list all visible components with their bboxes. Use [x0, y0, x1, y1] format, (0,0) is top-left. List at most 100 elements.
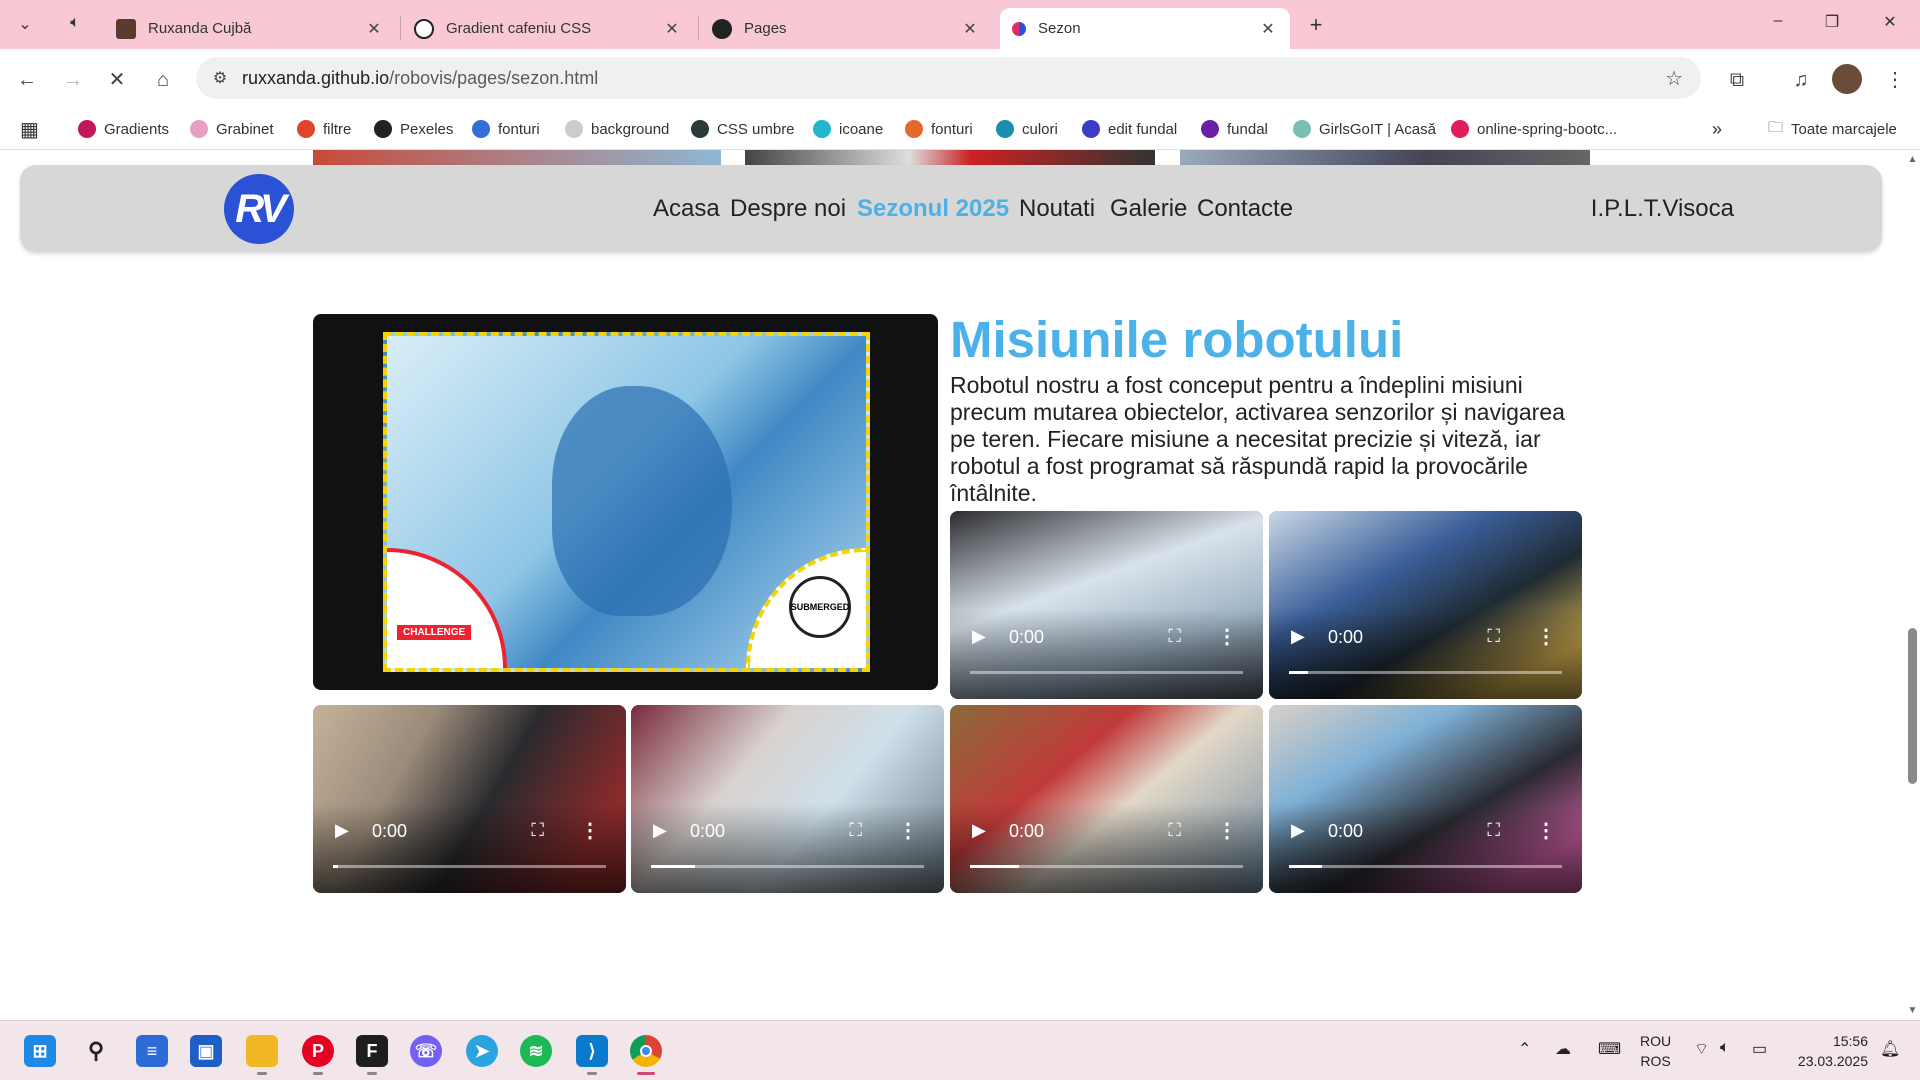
more-options-icon[interactable]: ⋮	[1217, 818, 1237, 843]
page-scrollbar[interactable]: ▲ ▼	[1905, 150, 1920, 1020]
spotify-icon[interactable]: ≋	[520, 1035, 552, 1067]
video-player[interactable]: ▶ 0:00 ⛶ ⋮	[631, 705, 944, 893]
scroll-down-arrow-icon[interactable]: ▼	[1905, 1005, 1920, 1016]
close-tab-icon[interactable]: ✕	[364, 19, 384, 39]
scrollbar-thumb[interactable]	[1908, 628, 1917, 784]
play-icon[interactable]: ▶	[335, 820, 349, 841]
battery-icon[interactable]: ▭	[1752, 1039, 1767, 1059]
chrome-icon[interactable]	[630, 1035, 662, 1075]
bookmark-background[interactable]: background	[565, 116, 669, 142]
extensions-icon[interactable]: ⧉	[1722, 65, 1752, 95]
bookmark-spring-bootcamp[interactable]: online-spring-bootc...	[1451, 116, 1617, 142]
bookmark-fundal[interactable]: fundal	[1201, 116, 1268, 142]
tab-gradient[interactable]: Gradient cafeniu CSS ✕	[402, 8, 694, 49]
new-tab-plus-icon[interactable]: +	[1302, 12, 1330, 38]
fullscreen-icon[interactable]: ⛶	[849, 820, 862, 841]
back-arrow-icon[interactable]: ←	[12, 65, 42, 95]
input-language[interactable]: ROU ROS	[1640, 1031, 1671, 1071]
home-icon[interactable]: ⌂	[148, 65, 178, 95]
keyboard-icon[interactable]: ⌨︎	[1598, 1039, 1621, 1059]
video-player[interactable]: ▶ 0:00 ⛶ ⋮	[950, 511, 1263, 699]
nav-contacte[interactable]: Contacte	[1197, 195, 1293, 223]
media-controls-icon[interactable]: ♫	[1786, 65, 1816, 95]
nav-noutati[interactable]: Noutati	[1019, 195, 1095, 223]
figma-icon[interactable]: F	[356, 1035, 388, 1075]
url-text[interactable]: ruxxanda.github.io/robovis/pages/sezon.h…	[242, 68, 598, 89]
bookmark-grabinet[interactable]: Grabinet	[190, 116, 274, 142]
video-progress-bar[interactable]	[970, 865, 1243, 868]
bookmark-filtre[interactable]: filtre	[297, 116, 351, 142]
fullscreen-icon[interactable]: ⛶	[1168, 820, 1181, 841]
close-window-icon[interactable]: ✕	[1878, 12, 1902, 32]
search-icon[interactable]: ⚲	[80, 1035, 112, 1067]
menu-kebab-icon[interactable]: ⋮	[1880, 65, 1910, 95]
volume-icon[interactable]: 🔈︎	[1720, 1039, 1730, 1057]
more-options-icon[interactable]: ⋮	[1536, 624, 1556, 649]
apps-grid-icon[interactable]: ▦	[20, 116, 39, 142]
nav-acasa[interactable]: Acasa	[653, 195, 720, 223]
fullscreen-icon[interactable]: ⛶	[1487, 626, 1500, 647]
all-bookmarks-folder[interactable]: 🗀︎ Toate marcajele	[1768, 116, 1897, 142]
system-clock[interactable]: 15:56 23.03.2025	[1792, 1031, 1868, 1071]
play-icon[interactable]: ▶	[1291, 820, 1305, 841]
fullscreen-icon[interactable]: ⛶	[1487, 820, 1500, 841]
bookmark-icoane[interactable]: icoane	[813, 116, 883, 142]
fullscreen-icon[interactable]: ⛶	[531, 820, 544, 841]
onedrive-cloud-icon[interactable]: ☁︎	[1555, 1039, 1571, 1059]
video-player[interactable]: ▶ 0:00 ⛶ ⋮	[1269, 705, 1582, 893]
nav-despre-noi[interactable]: Despre noi	[730, 195, 846, 223]
tab-search-chevron-icon[interactable]: ⌄	[12, 14, 38, 34]
video-player[interactable]: ▶ 0:00 ⛶ ⋮	[1269, 511, 1582, 699]
mute-speaker-icon[interactable]: 🔈︎	[62, 14, 88, 32]
video-player[interactable]: ▶ 0:00 ⛶ ⋮	[313, 705, 626, 893]
video-progress-bar[interactable]	[333, 865, 606, 868]
more-options-icon[interactable]: ⋮	[1217, 624, 1237, 649]
start-windows-icon[interactable]: ⊞	[24, 1035, 56, 1067]
more-bookmarks-chevron-icon[interactable]: »	[1712, 116, 1722, 142]
notes-app-icon[interactable]: ≡	[136, 1035, 168, 1067]
video-progress-bar[interactable]	[1289, 865, 1562, 868]
video-player[interactable]: ▶ 0:00 ⛶ ⋮	[950, 705, 1263, 893]
scroll-up-arrow-icon[interactable]: ▲	[1905, 154, 1920, 165]
viber-icon[interactable]: ☏	[410, 1035, 442, 1067]
close-tab-icon[interactable]: ✕	[662, 19, 682, 39]
close-tab-icon[interactable]: ✕	[1258, 19, 1278, 39]
play-icon[interactable]: ▶	[1291, 626, 1305, 647]
telegram-icon[interactable]: ➤	[466, 1035, 498, 1067]
vscode-icon[interactable]: ⟩	[576, 1035, 608, 1075]
store-icon[interactable]: ▣	[190, 1035, 222, 1067]
stop-loading-icon[interactable]: ✕	[102, 65, 132, 95]
address-bar[interactable]: ⚙︎ ruxxanda.github.io/robovis/pages/sezo…	[196, 57, 1701, 99]
video-progress-bar[interactable]	[651, 865, 924, 868]
more-options-icon[interactable]: ⋮	[580, 818, 600, 843]
more-options-icon[interactable]: ⋮	[1536, 818, 1556, 843]
close-tab-icon[interactable]: ✕	[960, 19, 980, 39]
wifi-icon[interactable]: ⌔	[1694, 1039, 1709, 1059]
pinterest-icon[interactable]: P	[302, 1035, 334, 1075]
bookmark-girlsgoit[interactable]: GirlsGoIT | Acasă	[1293, 116, 1436, 142]
bookmark-pexeles[interactable]: Pexeles	[374, 116, 453, 142]
more-options-icon[interactable]: ⋮	[898, 818, 918, 843]
site-info-icon[interactable]: ⚙︎	[206, 68, 234, 88]
video-progress-bar[interactable]	[1289, 671, 1562, 674]
minimize-icon[interactable]: –	[1766, 12, 1790, 30]
nav-galerie[interactable]: Galerie	[1110, 195, 1187, 223]
tray-chevron-up-icon[interactable]: ⌃	[1518, 1039, 1531, 1059]
nav-sezonul-2025[interactable]: Sezonul 2025	[857, 195, 1009, 223]
tab-sezon[interactable]: Sezon ✕	[1000, 8, 1290, 49]
tab-ruxanda[interactable]: Ruxanda Cujbă ✕	[104, 8, 396, 49]
bookmark-culori[interactable]: culori	[996, 116, 1058, 142]
play-icon[interactable]: ▶	[972, 626, 986, 647]
bookmark-edit-fundal[interactable]: edit fundal	[1082, 116, 1177, 142]
profile-avatar[interactable]	[1832, 64, 1862, 94]
bookmark-fonturi[interactable]: fonturi	[472, 116, 540, 142]
restore-icon[interactable]: ❐	[1820, 12, 1844, 32]
file-explorer-icon[interactable]	[246, 1035, 278, 1075]
fullscreen-icon[interactable]: ⛶	[1168, 626, 1181, 647]
play-icon[interactable]: ▶	[972, 820, 986, 841]
tab-pages[interactable]: Pages ✕	[700, 8, 992, 49]
bookmark-star-icon[interactable]: ☆	[1665, 66, 1683, 91]
forward-arrow-icon[interactable]: →	[58, 65, 88, 95]
video-progress-bar[interactable]	[970, 671, 1243, 674]
bookmark-gradients[interactable]: Gradients	[78, 116, 169, 142]
